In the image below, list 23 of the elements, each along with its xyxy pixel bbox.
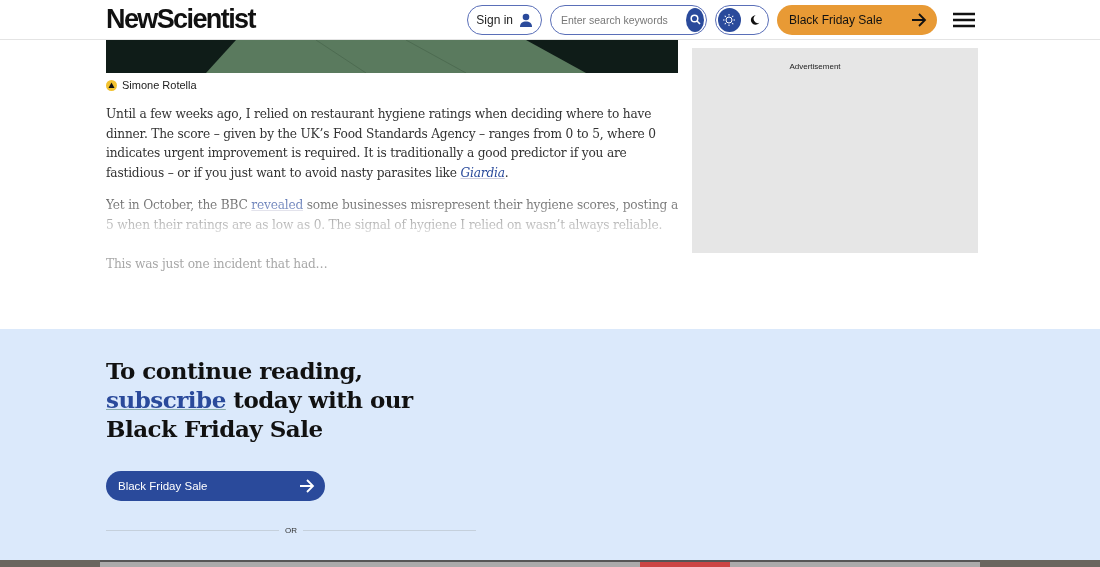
subscribe-button[interactable]: Black Friday Sale [106, 471, 325, 501]
logo[interactable]: NewScientist [106, 4, 255, 35]
article-paragraph: Yet in October, the BBC revealed some businesses misrepresent their hygiene scores, posting a 5 when their ratings are as low as 0. The signal of hygiene I relied on wasn’t always reliable. [106, 197, 678, 234]
menu-icon[interactable] [953, 11, 975, 28]
camera-credit-icon [106, 79, 117, 91]
light-mode-button[interactable] [718, 7, 741, 32]
search-icon [689, 14, 701, 25]
photo-credit: Simone Rotella [122, 79, 197, 91]
subscribe-link[interactable]: subscribe [106, 386, 226, 413]
sign-in-button[interactable]: Sign in [467, 4, 542, 35]
arrow-icon [299, 479, 315, 493]
moon-icon[interactable] [748, 13, 760, 26]
arrow-icon [911, 12, 927, 27]
sale-button[interactable]: Black Friday Sale [777, 4, 937, 35]
revealed-link[interactable]: revealed [251, 198, 304, 212]
search-button[interactable] [686, 7, 704, 32]
article-paragraph: This was just one incident that had… [106, 256, 329, 273]
advertisement-label: Advertisement [789, 62, 841, 72]
sun-icon [722, 12, 737, 27]
article-paragraph: Until a few weeks ago, I relied on restaurant hygiene ratings when deciding where to have dinner. The score – given by the UK’s Food Standards Agency – ranges from 0 to 5, where 0 indicates urgent improvement is required. It is traditionally a good predictor if you are fastidious – or if you just want to avoid nasty parasites like Giardia. [106, 106, 657, 182]
or-divider-label: OR [285, 526, 297, 535]
paywall-heading: To continue reading, subscribe today with our Black Friday Sale [106, 356, 415, 443]
user-icon [519, 12, 533, 27]
